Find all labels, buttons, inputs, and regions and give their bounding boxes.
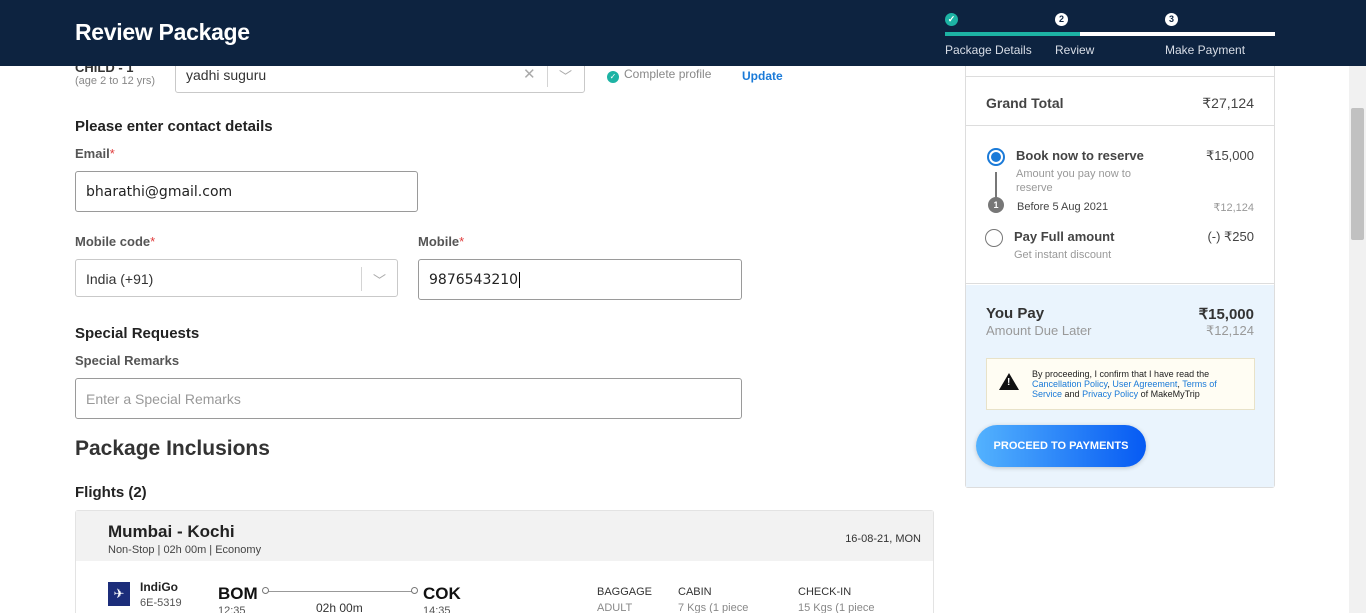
flight-duration: 02h 00m [316,601,363,613]
mobile-code-select[interactable]: India (+91) ﹀ [75,259,398,297]
before-date-value: ₹12,124 [1213,202,1254,214]
special-remarks-input[interactable]: Enter a Special Remarks [75,378,742,419]
departure-code: BOM [218,584,258,603]
cancellation-policy-link[interactable]: Cancellation Policy [1032,379,1107,389]
policy-notice-text: By proceeding, I confirm that I have rea… [1032,369,1217,399]
airline-name: IndiGo [140,580,178,594]
check-circle-icon: ✓ [607,71,619,83]
notice-suffix: of MakeMyTrip [1140,389,1200,399]
book-now-label: Book now to reserve [1016,148,1144,163]
payment-options: 1 Book now to reserve ₹15,000 Amount you… [966,127,1274,284]
flight-card: Mumbai - Kochi Non-Stop | 02h 00m | Econ… [75,510,934,613]
mobile-code-label-text: Mobile code [75,234,151,249]
mobile-label-text: Mobile [418,234,460,249]
chevron-down-icon[interactable]: ﹀ [559,66,572,85]
arrival-time: 14:35 [423,605,451,613]
notice-and: and [1064,389,1080,399]
you-pay-section: You Pay ₹15,000 Amount Due Later ₹12,124… [966,285,1274,487]
clear-icon[interactable]: ✕ [523,65,536,83]
profile-status-text: Complete profile [624,67,712,81]
select-separator [547,63,548,87]
mobile-label: Mobile* [418,234,464,249]
book-now-value: ₹15,000 [1205,148,1254,163]
page-title: Review Package [75,19,250,45]
arrival-code: COK [423,584,461,603]
step-1-label: Package Details [945,43,1032,57]
baggage-value: ADULT [597,602,633,613]
step-3-label: Make Payment [1165,43,1246,57]
update-link[interactable]: Update [742,69,783,83]
flight-date: 16-08-21, MON [845,533,921,545]
due-later-value: ₹12,124 [1205,323,1254,338]
flight-card-header: Mumbai - Kochi Non-Stop | 02h 00m | Econ… [76,511,933,561]
you-pay-label: You Pay [986,305,1045,322]
mobile-field-value: 9876543210 [429,271,519,288]
review-package-page: Review Package ✓ 2 3 Package Details Rev… [0,0,1366,613]
text-cursor [519,271,521,288]
step-3-dot: 3 [1165,13,1178,26]
pay-full-subtext: Get instant discount [1014,249,1112,261]
grand-total-label: Grand Total [986,95,1064,111]
select-separator [361,267,362,291]
installment-step-badge: 1 [988,197,1004,213]
grand-total-value: ₹27,124 [1202,95,1254,111]
flight-path-line [266,591,414,592]
email-label: Email* [75,146,115,161]
user-agreement-link[interactable]: User Agreement [1112,379,1177,389]
arrival-dot [411,587,418,594]
package-inclusions-heading: Package Inclusions [75,437,270,460]
pay-full-label: Pay Full amount [1014,229,1115,244]
warning-exclamation: ! [1007,377,1011,388]
traveller-select-value: yadhi suguru [186,67,267,83]
departure-time: 12:35 [218,605,246,613]
cabin-header: CABIN [678,586,712,598]
special-remarks-label: Special Remarks [75,353,180,368]
baggage-header: BAGGAGE [597,586,653,598]
privacy-policy-link[interactable]: Privacy Policy [1082,389,1138,399]
chevron-down-icon[interactable]: ﹀ [373,270,386,289]
traveller-age-note: (age 2 to 12 yrs) [75,75,156,87]
cabin-value: 7 Kgs (1 piece [678,602,749,613]
book-now-radio[interactable] [987,148,1005,166]
departure-dot [262,587,269,594]
required-mark: * [109,146,115,161]
required-mark: * [150,234,156,249]
flights-heading: Flights (2) [75,484,147,501]
stepper-progress-fill [945,32,1080,36]
top-header: Review Package ✓ 2 3 Package Details Rev… [0,0,1366,66]
flight-route: Mumbai - Kochi [108,522,235,541]
you-pay-value: ₹15,000 [1198,306,1254,323]
special-requests-heading: Special Requests [75,325,200,342]
pay-full-radio[interactable] [985,229,1003,247]
email-field[interactable]: bharathi@gmail.com [75,171,418,212]
grand-total-row: Grand Total ₹27,124 [966,76,1274,126]
step-2-label: Review [1055,43,1095,57]
pay-full-value: (-) ₹250 [1207,229,1254,244]
mobile-field[interactable]: 9876543210 [418,259,742,300]
mobile-code-value: India (+91) [86,271,154,287]
required-mark: * [459,234,465,249]
step-2-dot: 2 [1055,13,1068,26]
due-later-label: Amount Due Later [986,323,1092,338]
step-1-check-icon: ✓ [945,13,958,26]
before-date-label: Before 5 Aug 2021 [1017,201,1109,213]
proceed-to-payments-button[interactable]: PROCEED TO PAYMENTS [976,425,1146,467]
checkin-value: 15 Kgs (1 piece [798,602,875,613]
contact-heading: Please enter contact details [75,118,273,135]
book-now-subtext: Amount you pay now to reserve [1016,168,1131,194]
indigo-logo-icon: ✈ [108,582,130,606]
fare-summary-panel: Grand Total ₹27,124 1 Book now to reserv… [965,66,1275,488]
profile-status: ✓ Complete profile [607,67,711,83]
checkin-header: CHECK-IN [798,586,852,598]
email-label-text: Email [75,146,110,161]
policy-notice: ! By proceeding, I confirm that I have r… [986,358,1255,410]
flight-route-info: Non-Stop | 02h 00m | Economy [108,544,262,556]
notice-prefix: By proceeding, I confirm that I have rea… [1032,369,1210,379]
flight-number: 6E-5319 [140,597,182,609]
mobile-code-label: Mobile code* [75,234,155,249]
scrollbar-thumb[interactable] [1351,108,1364,240]
progress-stepper: ✓ 2 3 Package Details Review Make Paymen… [945,10,1275,60]
page-scrollbar[interactable] [1349,66,1366,613]
